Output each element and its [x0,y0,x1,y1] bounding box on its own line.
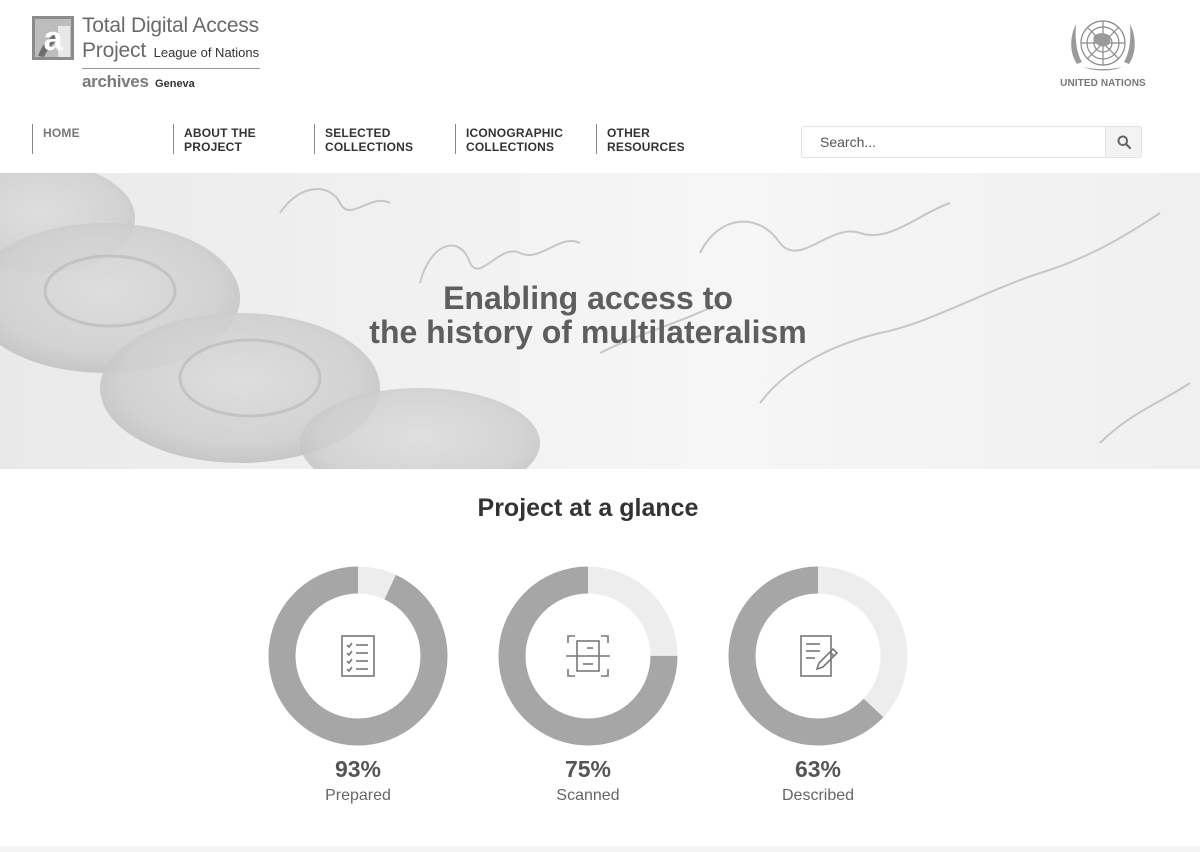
nav-label-line2: RESOURCES [607,140,685,154]
stat-label: Scanned [556,787,620,804]
stat-value: 63% [794,756,842,782]
search-icon [1117,135,1131,149]
logo-archives-word: archives [82,72,149,91]
search-button[interactable] [1105,126,1142,158]
nav-label-line1: SELECTED [325,126,391,140]
hero-title-line2: the history of multilateralism [369,314,807,350]
site-logo[interactable]: a Total Digital Access Project League of… [32,14,272,94]
logo-project-word: Project [82,39,146,62]
stat-scanned: 75% Scanned [498,566,678,805]
stat-value: 75% [564,756,612,782]
nav-home[interactable]: HOME [32,124,173,154]
nav-label-line1: ABOUT THE [184,126,256,140]
nav-iconographic-collections[interactable]: ICONOGRAPHIC COLLECTIONS [455,124,596,154]
nav-label-line1: OTHER [607,126,650,140]
nav-label-line2: PROJECT [184,140,243,154]
stat-described: 63% Described [728,566,908,805]
logo-title-line1: Total Digital Access [82,14,259,37]
scan-icon [566,635,610,677]
stat-label: Described [781,787,855,804]
logo-archives-line: archives Geneva [82,72,195,92]
hero-title-line1: Enabling access to [443,280,733,316]
hero-title: Enabling access to the history of multil… [0,281,1176,349]
main-nav: HOME ABOUT THE PROJECT SELECTED COLLECTI… [32,124,737,156]
search-form [801,126,1142,158]
glance-section-title: Project at a glance [477,494,699,522]
svg-text:a: a [44,20,64,58]
logo-geneva-text: Geneva [155,78,195,90]
nav-other-resources[interactable]: OTHER RESOURCES [596,124,737,154]
un-emblem[interactable]: UNITED NATIONS [1058,14,1148,96]
document-edit-icon [800,635,839,677]
un-label: UNITED NATIONS [1060,78,1146,89]
nav-label-line1: ICONOGRAPHIC [466,126,564,140]
stat-label: Prepared [325,787,391,804]
logo-league-text: League of Nations [153,45,260,60]
nav-label-line2: COLLECTIONS [325,140,414,154]
checklist-icon [341,635,375,677]
un-globe-icon [1071,20,1135,71]
archives-logo-icon: a [32,16,74,60]
logo-divider [82,68,260,69]
nav-label-line2: COLLECTIONS [466,140,555,154]
stat-value: 93% [334,756,382,782]
logo-title-line2: Project League of Nations [82,39,259,63]
nav-label-line1: HOME [43,126,80,140]
stat-prepared: 93% Prepared [268,566,448,805]
nav-about-the-project[interactable]: ABOUT THE PROJECT [173,124,314,154]
page-bottom-band [0,846,1200,852]
hero-banner: Enabling access to the history of multil… [0,173,1200,469]
nav-selected-collections[interactable]: SELECTED COLLECTIONS [314,124,455,154]
search-input[interactable] [801,126,1105,158]
